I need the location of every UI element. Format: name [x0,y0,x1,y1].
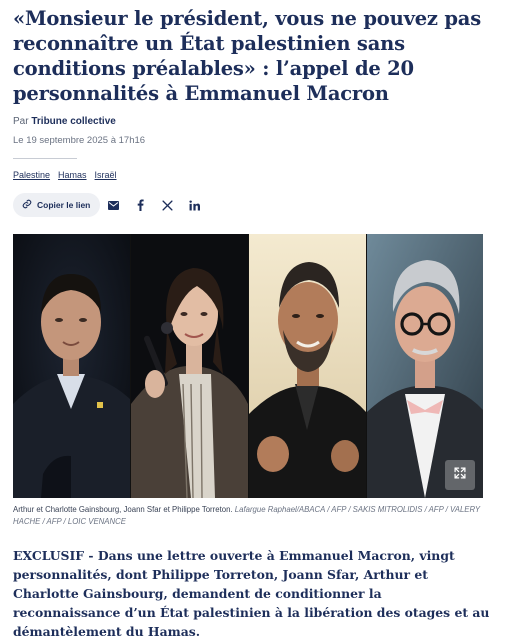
byline: Par Tribune collective [13,116,116,127]
article-photo[interactable] [13,234,483,498]
article-lead: EXCLUSIF - Dans une lettre ouverte à Emm… [13,546,493,641]
facebook-icon[interactable] [127,193,154,217]
tag-list: Palestine Hamas Israël [13,170,117,180]
portrait-joann [249,234,366,498]
copy-link-button[interactable]: Copier le lien [13,193,101,217]
portrait-charlotte [131,234,248,498]
tag-israel[interactable]: Israël [95,170,117,180]
email-icon[interactable] [100,193,127,217]
link-icon [22,199,32,211]
article-title: «Monsieur le président, vous ne pouvez p… [13,7,482,105]
x-icon[interactable] [154,193,181,217]
portrait-arthur [13,234,130,498]
divider [13,158,77,159]
copy-link-label: Copier le lien [37,200,91,210]
caption-text: Arthur et Charlotte Gainsbourg, Joann Sf… [13,505,233,514]
byline-prefix: Par [13,116,29,127]
expand-icon [453,466,467,485]
tag-palestine[interactable]: Palestine [13,170,50,180]
share-bar: Copier le lien [13,193,208,217]
expand-image-button[interactable] [445,460,475,490]
tag-hamas[interactable]: Hamas [58,170,87,180]
linkedin-icon[interactable] [181,193,208,217]
author-link[interactable]: Tribune collective [31,116,115,127]
publish-date: Le 19 septembre 2025 à 17h16 [13,135,146,146]
image-caption: Arthur et Charlotte Gainsbourg, Joann Sf… [13,504,493,528]
exclusive-label: EXCLUSIF - [13,548,94,563]
portrait-philippe [367,234,483,498]
